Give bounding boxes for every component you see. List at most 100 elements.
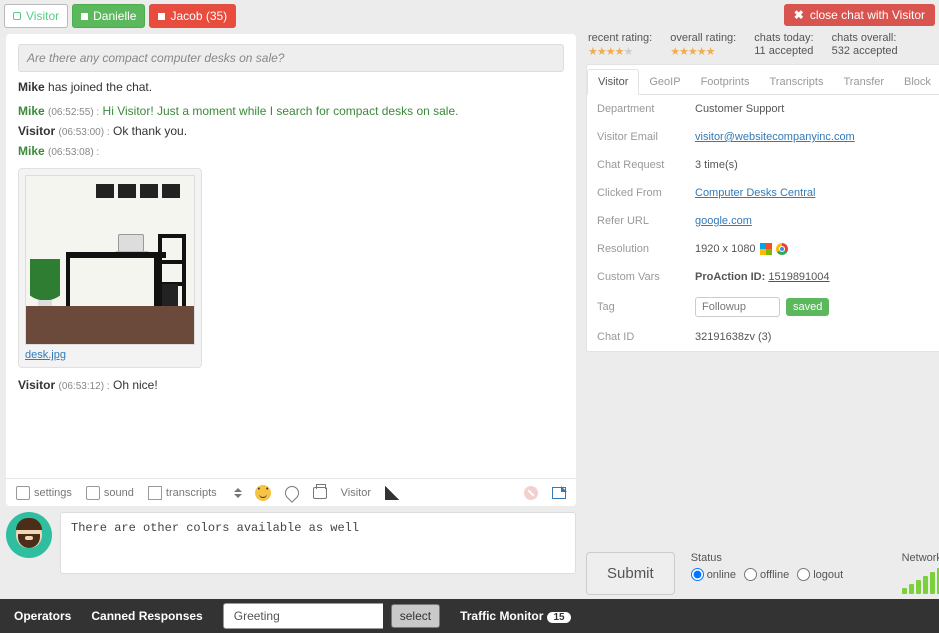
msg-author: Mike: [18, 104, 45, 118]
status-label: Status: [691, 552, 844, 564]
print-icon: [313, 487, 327, 499]
status-square-icon: [158, 13, 165, 20]
network-bars-icon: [902, 568, 939, 594]
network-label: Network: [902, 552, 939, 564]
clicked-value[interactable]: Computer Desks Central: [695, 187, 815, 199]
side-tab-geoip[interactable]: GeoIP: [639, 70, 690, 94]
side-tab-block[interactable]: Block: [894, 70, 939, 94]
msg-author: Visitor: [18, 378, 55, 392]
message-input[interactable]: [60, 512, 576, 574]
side-tab-transfer[interactable]: Transfer: [833, 70, 894, 94]
print-button[interactable]: [313, 487, 327, 499]
visitor-label: Visitor: [341, 487, 371, 499]
chatid-key: Chat ID: [597, 331, 687, 343]
smile-icon: [255, 485, 271, 501]
bottom-bar: Operators Canned Responses Greeting sele…: [0, 599, 939, 633]
sort-button[interactable]: [231, 486, 241, 500]
msg-time: (06:53:12) :: [58, 381, 109, 392]
image-attachment: desk.jpg: [18, 168, 202, 368]
msg-time: (06:52:55) :: [48, 107, 99, 118]
status-offline[interactable]: offline: [744, 568, 789, 581]
sort-icon: [231, 486, 241, 500]
chats-today-label: chats today:: [754, 32, 813, 44]
chat-message: Mike (06:53:08) :: [18, 144, 564, 158]
pencil-icon: [385, 486, 399, 500]
traffic-badge: 15: [547, 612, 570, 623]
attach-button[interactable]: [285, 486, 299, 500]
popout-icon: [552, 487, 566, 499]
resolution-key: Resolution: [597, 243, 687, 255]
recent-rating-stars: ★★★★★: [588, 45, 652, 58]
refer-key: Refer URL: [597, 215, 687, 227]
status-square-icon: [81, 13, 88, 20]
submit-button[interactable]: Submit: [586, 552, 675, 595]
chats-today-value: 11 accepted: [754, 45, 813, 57]
status-dot-icon: [13, 12, 21, 20]
msg-text: Oh nice!: [113, 378, 158, 392]
tag-input[interactable]: [695, 297, 780, 317]
tab-danielle[interactable]: Danielle: [72, 4, 145, 28]
transcripts-button[interactable]: transcripts: [148, 486, 217, 500]
tab-visitor-label: Visitor: [26, 9, 59, 23]
chatreq-value: 3 time(s): [695, 159, 738, 171]
department-key: Department: [597, 103, 687, 115]
sound-icon: [86, 486, 100, 500]
emoji-button[interactable]: [255, 485, 271, 501]
overall-rating-stars: ★★★★★: [670, 45, 736, 58]
join-notice: Mike has joined the chat.: [18, 80, 564, 94]
edit-button[interactable]: [385, 486, 399, 500]
bottom-canned[interactable]: Canned Responses: [91, 609, 202, 623]
chat-message: Visitor (06:53:12) : Oh nice!: [18, 378, 564, 392]
greeting-input[interactable]: Greeting: [223, 603, 383, 629]
side-tab-footprints[interactable]: Footprints: [691, 70, 760, 94]
email-value[interactable]: visitor@websitecompanyinc.com: [695, 131, 855, 143]
popout-button[interactable]: [552, 487, 566, 499]
chat-toolbar: settings sound transcripts Visitor: [6, 478, 576, 506]
image-filename-link[interactable]: desk.jpg: [25, 349, 66, 361]
document-icon: [148, 486, 162, 500]
bottom-traffic[interactable]: Traffic Monitor15: [460, 609, 570, 623]
bottom-operators[interactable]: Operators: [14, 609, 71, 623]
sound-button[interactable]: sound: [86, 486, 134, 500]
operator-avatar: [6, 512, 52, 558]
msg-text: Ok thank you.: [113, 124, 187, 138]
block-button[interactable]: [524, 486, 538, 500]
desk-image[interactable]: [25, 175, 195, 345]
status-logout[interactable]: logout: [797, 568, 843, 581]
customvars-key: Custom Vars: [597, 271, 687, 283]
close-chat-button[interactable]: ✖ close chat with Visitor: [784, 4, 935, 26]
gear-icon: [16, 486, 30, 500]
side-tab-visitor[interactable]: Visitor: [587, 69, 639, 95]
chrome-icon: [776, 243, 788, 255]
tab-jacob-label: Jacob (35): [170, 9, 227, 23]
chat-message: Visitor (06:53:00) : Ok thank you.: [18, 124, 564, 138]
tag-key: Tag: [597, 301, 687, 313]
tab-jacob[interactable]: Jacob (35): [149, 4, 236, 28]
join-text: has joined the chat.: [45, 80, 152, 94]
msg-time: (06:53:08) :: [48, 147, 99, 158]
chats-overall-label: chats overall:: [832, 32, 898, 44]
settings-button[interactable]: settings: [16, 486, 72, 500]
msg-author: Mike: [18, 144, 45, 158]
recent-rating-label: recent rating:: [588, 32, 652, 44]
tab-danielle-label: Danielle: [93, 9, 136, 23]
chat-message: Mike (06:52:55) : Hi Visitor! Just a mom…: [18, 104, 564, 118]
customvars-value: ProAction ID: 1519891004: [695, 271, 830, 283]
paperclip-icon: [282, 483, 302, 503]
block-icon: [524, 486, 538, 500]
clicked-key: Clicked From: [597, 187, 687, 199]
greeting-select-button[interactable]: select: [391, 604, 440, 628]
msg-author: Visitor: [18, 124, 55, 138]
resolution-value: 1920 x 1080: [695, 243, 788, 255]
status-online[interactable]: online: [691, 568, 736, 581]
tab-visitor[interactable]: Visitor: [4, 4, 68, 28]
chats-overall-value: 532 accepted: [832, 45, 898, 57]
chat-transcript: Are there any compact computer desks on …: [6, 34, 576, 506]
side-tab-transcripts[interactable]: Transcripts: [759, 70, 833, 94]
chatid-value: 32191638zv (3): [695, 331, 771, 343]
refer-value[interactable]: google.com: [695, 215, 752, 227]
close-chat-label: close chat with Visitor: [810, 8, 925, 22]
close-icon: ✖: [794, 8, 804, 22]
email-key: Visitor Email: [597, 131, 687, 143]
chatreq-key: Chat Request: [597, 159, 687, 171]
